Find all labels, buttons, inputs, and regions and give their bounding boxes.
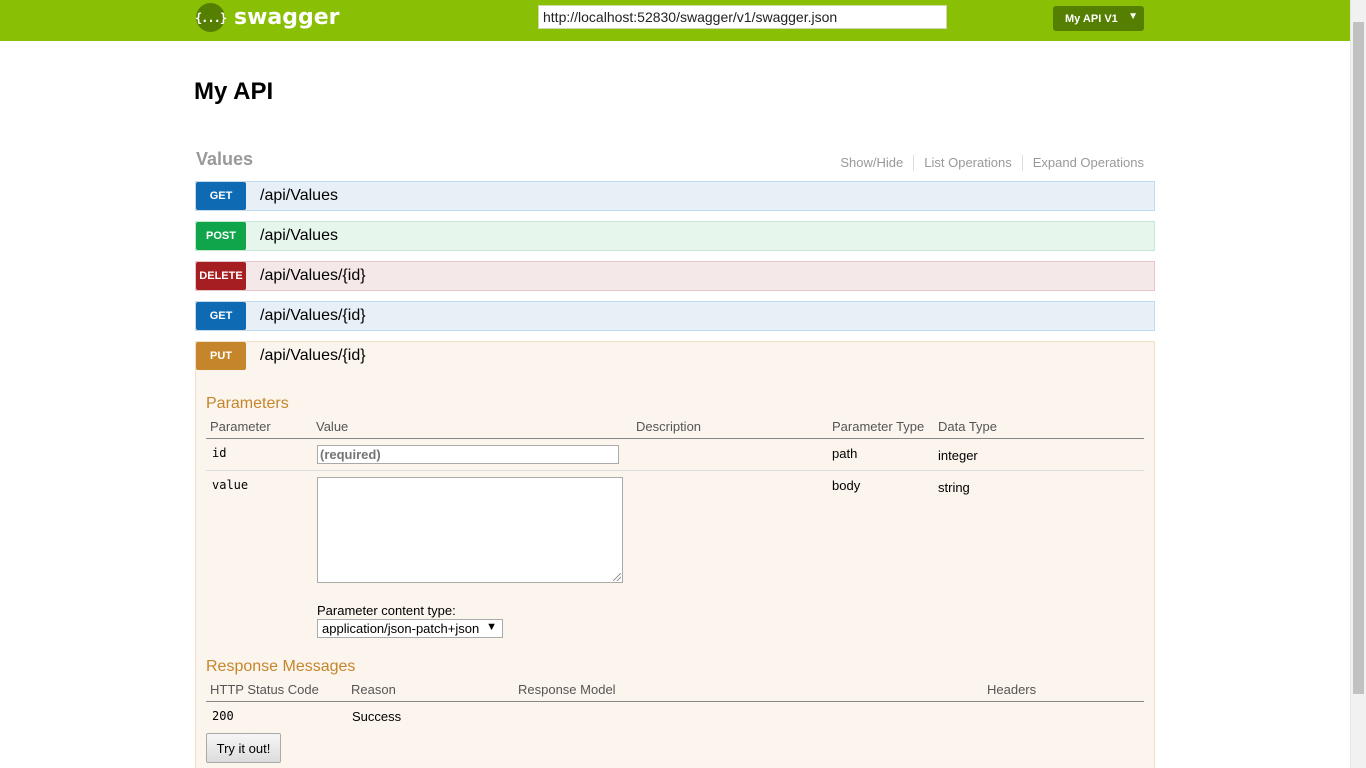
http-verb-badge[interactable]: GET [196, 302, 246, 330]
page-title: My API [194, 78, 274, 105]
resource-options: Show/Hide List Operations Expand Operati… [830, 155, 1144, 171]
resize-handle-icon[interactable] [613, 573, 621, 581]
data-type-value: string [938, 480, 970, 495]
responses-header-divider [206, 701, 1144, 702]
vertical-scrollbar[interactable] [1350, 0, 1366, 768]
param-name-value: value [212, 478, 249, 492]
http-verb-badge[interactable]: DELETE [196, 262, 246, 290]
chevron-down-icon: ▼ [1128, 11, 1138, 22]
try-it-out-button[interactable]: Try it out! [206, 733, 281, 763]
spec-url-input[interactable] [538, 5, 947, 29]
parameters-heading: Parameters [206, 395, 289, 412]
operation-path[interactable]: /api/Values [260, 227, 338, 245]
id-param-input[interactable] [317, 445, 619, 464]
resource-title-values[interactable]: Values [196, 149, 253, 170]
param-type-id: path [832, 446, 858, 461]
col-parameter-type: Parameter Type [832, 419, 925, 434]
table-header-divider [206, 438, 1144, 439]
operation-get-values[interactable]: GET /api/Values [195, 181, 1155, 211]
value-body-textarea[interactable] [317, 477, 623, 583]
response-reason: Success [352, 709, 402, 724]
col-reason: Reason [351, 682, 396, 697]
col-description: Description [636, 419, 702, 434]
col-data-type: Data Type [938, 419, 998, 434]
param-name-id: id [212, 446, 227, 460]
swagger-logo[interactable]: {...} swagger [195, 3, 340, 32]
col-http-status-code: HTTP Status Code [210, 682, 319, 697]
data-type-id: integer [938, 448, 978, 463]
col-headers: Headers [987, 682, 1037, 697]
content-type-select[interactable]: application/json-patch+json ▼ [317, 619, 503, 638]
swagger-logo-icon: {...} [195, 3, 227, 32]
scrollbar-thumb[interactable] [1353, 22, 1364, 694]
operation-path[interactable]: /api/Values [260, 187, 338, 205]
http-verb-badge[interactable]: GET [196, 182, 246, 210]
row-divider [206, 470, 1144, 471]
show-hide-link[interactable]: Show/Hide [830, 155, 915, 171]
http-verb-badge[interactable]: PUT [196, 342, 246, 370]
top-bar: {...} swagger My API V1 ▼ [0, 0, 1350, 41]
col-parameter: Parameter [210, 419, 271, 434]
http-verb-badge[interactable]: POST [196, 222, 246, 250]
response-code: 200 [212, 709, 234, 723]
operation-delete-value[interactable]: DELETE /api/Values/{id} [195, 261, 1155, 291]
api-version-select[interactable]: My API V1 ▼ [1053, 6, 1144, 31]
chevron-down-icon: ▼ [486, 621, 497, 633]
operation-path[interactable]: /api/Values/{id} [260, 267, 366, 285]
response-messages-heading: Response Messages [206, 658, 356, 675]
param-type-value: body [832, 478, 861, 493]
operation-post-values[interactable]: POST /api/Values [195, 221, 1155, 251]
col-response-model: Response Model [518, 682, 616, 697]
operation-path[interactable]: /api/Values/{id} [260, 347, 366, 365]
operation-put-value[interactable]: PUT /api/Values/{id} [195, 341, 1155, 371]
col-value: Value [316, 419, 349, 434]
content-type-label: Parameter content type: [317, 603, 456, 618]
content-type-value: application/json-patch+json [322, 621, 480, 636]
list-operations-link[interactable]: List Operations [914, 155, 1023, 171]
operation-path[interactable]: /api/Values/{id} [260, 307, 366, 325]
api-version-label: My API V1 [1065, 12, 1118, 25]
expand-operations-link[interactable]: Expand Operations [1023, 155, 1144, 171]
logo-text: swagger [234, 5, 340, 30]
operation-get-value[interactable]: GET /api/Values/{id} [195, 301, 1155, 331]
